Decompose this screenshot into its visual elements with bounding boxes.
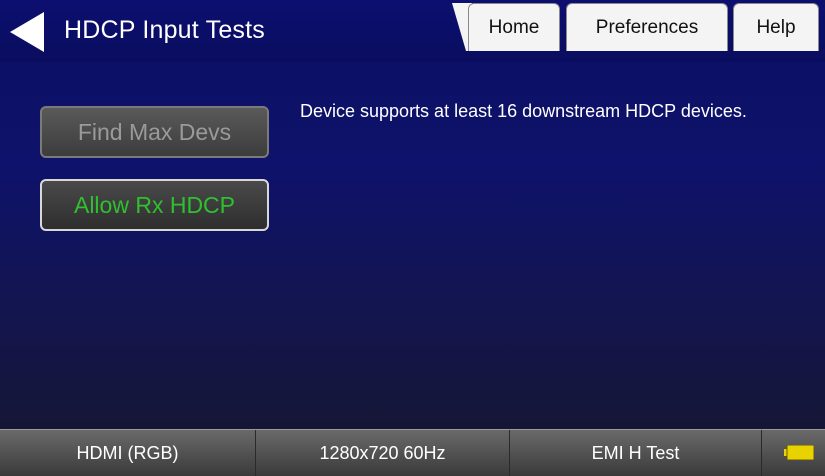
tab-help[interactable]: Help <box>733 3 819 51</box>
header-bar: HDCP Input Tests Home Preferences Help <box>0 0 825 62</box>
find-max-devs-button[interactable]: Find Max Devs <box>40 106 269 158</box>
battery-icon <box>784 445 814 460</box>
format-status[interactable]: EMI H Test <box>510 430 762 476</box>
back-arrow-icon[interactable] <box>10 12 44 52</box>
status-message: Device supports at least 16 downstream H… <box>300 101 747 121</box>
resolution-status[interactable]: 1280x720 60Hz <box>256 430 510 476</box>
allow-rx-hdcp-button[interactable]: Allow Rx HDCP <box>40 179 269 231</box>
page-title: HDCP Input Tests <box>64 16 265 44</box>
status-bar: HDMI (RGB) 1280x720 60Hz EMI H Test <box>0 429 825 476</box>
tab-home[interactable]: Home <box>468 3 560 51</box>
interface-status[interactable]: HDMI (RGB) <box>0 430 256 476</box>
tab-preferences[interactable]: Preferences <box>566 3 728 51</box>
